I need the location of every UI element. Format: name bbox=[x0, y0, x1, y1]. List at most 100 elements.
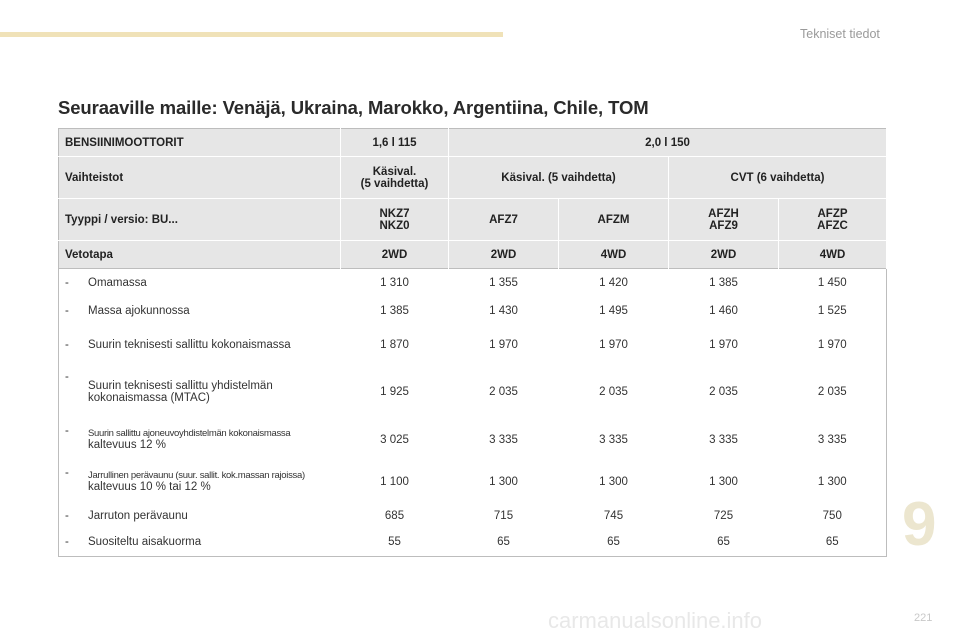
value-cell: 2 035 bbox=[709, 385, 738, 398]
row-label: - Suurin teknisesti sallittu kokonaismass… bbox=[59, 325, 341, 365]
type-line2: AFZC bbox=[817, 219, 848, 232]
dash: - bbox=[65, 370, 69, 383]
row-label-line2: kaltevuus 12 % bbox=[88, 439, 166, 451]
dash: - bbox=[65, 304, 69, 317]
engines-label: BENSIINIMOOTTORIT bbox=[58, 128, 341, 157]
value-cell: 745 bbox=[603, 509, 624, 522]
type-label: Tyyppi / versio: BU... bbox=[58, 198, 341, 241]
drive-cell: 4WD bbox=[558, 240, 669, 269]
value-cell: 65 bbox=[825, 536, 839, 549]
type-line2: AFZ9 bbox=[709, 219, 738, 232]
value-cell: 1 385 bbox=[380, 304, 409, 317]
technical-data-table: BENSIINIMOOTTORIT 1,6 l 115 2,0 l 150 Va… bbox=[58, 128, 888, 557]
dash: - bbox=[65, 276, 69, 289]
value-cell: 1 300 bbox=[599, 475, 628, 488]
value-cell: 1 525 bbox=[817, 304, 847, 317]
page-title: Seuraaville maille: Venäjä, Ukraina, Mar… bbox=[58, 97, 649, 118]
drive-cell: 2WD bbox=[448, 240, 559, 269]
value-cell: 1 100 bbox=[380, 475, 409, 488]
value-cell: 1 300 bbox=[817, 475, 847, 488]
type-cell: AFZP AFZC bbox=[778, 198, 888, 241]
table-row: - Suositeltu aisakuorma 55 65 65 65 65 bbox=[59, 529, 887, 557]
type-line1: NKZ7 bbox=[379, 207, 410, 220]
value-cell: 1 310 bbox=[380, 276, 409, 289]
table-row: - Massa ajokunnossa 1 385 1 430 1 495 1 4… bbox=[59, 297, 887, 325]
section-title: Tekniset tiedot bbox=[800, 27, 880, 41]
row-label-line1: Suurin sallittu ajoneuvoyhdistelmän koko… bbox=[88, 428, 291, 439]
header-accent-bar bbox=[0, 32, 503, 37]
type-line1: AFZ7 bbox=[489, 213, 518, 226]
value-cell: 55 bbox=[388, 536, 401, 549]
value-cell: 1 970 bbox=[817, 338, 847, 351]
value-cell: 1 870 bbox=[380, 338, 409, 351]
value-cell: 1 385 bbox=[709, 276, 738, 289]
gearbox-1-line1: Käsival. bbox=[372, 165, 417, 178]
row-label: - Omamassa bbox=[59, 269, 341, 297]
value-cell: 1 970 bbox=[599, 338, 628, 351]
type-row: Tyyppi / versio: BU... NKZ7 NKZ0 AFZ7 AFZ… bbox=[58, 198, 888, 241]
row-label: - Suurin teknisesti sallittu yhdistelmän k… bbox=[59, 365, 341, 419]
gearbox-1-header: Käsival. (5 vaihdetta) bbox=[340, 156, 449, 199]
dash: - bbox=[65, 424, 69, 437]
row-label: - Jarrullinen perävaunu (suur. sallit. ko… bbox=[59, 461, 341, 503]
row-label-text: Jarruton perävaunu bbox=[88, 509, 188, 522]
table-row: - Suurin sallittu ajoneuvoyhdistelmän kok… bbox=[59, 419, 887, 461]
watermark: carmanualsonline.info bbox=[548, 608, 763, 633]
table-row: - Omamassa 1 310 1 355 1 420 1 385 1 450 bbox=[59, 269, 887, 297]
type-cell: AFZM bbox=[558, 198, 669, 241]
value-cell: 750 bbox=[822, 509, 842, 522]
value-cell: 65 bbox=[497, 536, 510, 549]
chapter-number: 9 bbox=[902, 490, 937, 559]
value-cell: 725 bbox=[713, 509, 734, 522]
table-row: - Jarruton perävaunu 685 715 745 725 750 bbox=[59, 503, 887, 529]
drive-cell: 4WD bbox=[778, 240, 888, 269]
gearbox-2-header: Käsival. (5 vaihdetta) bbox=[448, 156, 669, 199]
value-cell: 3 335 bbox=[489, 433, 518, 446]
value-cell: 1 420 bbox=[599, 276, 628, 289]
row-label: - Massa ajokunnossa bbox=[59, 297, 341, 325]
value-cell: 65 bbox=[717, 536, 730, 549]
gearbox-3-header: CVT (6 vaihdetta) bbox=[668, 156, 888, 199]
value-cell: 65 bbox=[607, 536, 620, 549]
row-label-line2: kaltevuus 10 % tai 12 % bbox=[88, 481, 211, 493]
value-cell: 2 035 bbox=[599, 385, 628, 398]
value-cell: 1 300 bbox=[489, 475, 518, 488]
page-number: 221 bbox=[914, 612, 933, 624]
drive-label: Vetotapa bbox=[58, 240, 341, 269]
gearbox-label: Vaihteistot bbox=[58, 156, 341, 199]
dash: - bbox=[65, 509, 69, 522]
type-cell: AFZH AFZ9 bbox=[668, 198, 779, 241]
value-cell: 2 035 bbox=[817, 385, 847, 398]
table-row: - Suurin teknisesti sallittu kokonaismass… bbox=[59, 325, 887, 365]
row-label-text: Suurin teknisesti sallittu kokonaismassa bbox=[88, 338, 291, 351]
value-cell: 3 335 bbox=[709, 433, 738, 446]
value-cell: 715 bbox=[493, 509, 514, 522]
row-label-line1: Suurin teknisesti sallittu yhdistelmän bbox=[88, 379, 273, 392]
value-cell: 3 335 bbox=[599, 433, 628, 446]
value-cell: 2 035 bbox=[489, 385, 518, 398]
table-row: - Jarrullinen perävaunu (suur. sallit. ko… bbox=[59, 461, 887, 503]
type-line2: NKZ0 bbox=[379, 219, 410, 232]
row-label: - Suositeltu aisakuorma bbox=[59, 529, 341, 557]
row-label-text: Omamassa bbox=[88, 276, 147, 289]
value-cell: 1 495 bbox=[599, 304, 628, 317]
gearbox-row: Vaihteistot Käsival. (5 vaihdetta) Käsiv… bbox=[58, 156, 888, 199]
type-line1: AFZP bbox=[817, 207, 848, 220]
engines-row: BENSIINIMOOTTORIT 1,6 l 115 2,0 l 150 bbox=[58, 128, 888, 157]
type-line1: AFZM bbox=[597, 213, 630, 226]
row-label: - Jarruton perävaunu bbox=[59, 503, 341, 529]
row-label-line2: kokonaismassa (MTAC) bbox=[88, 391, 210, 404]
value-cell: 1 460 bbox=[709, 304, 738, 317]
row-label-text: Suositeltu aisakuorma bbox=[88, 536, 202, 549]
type-cell: AFZ7 bbox=[448, 198, 559, 241]
table-row: - Suurin teknisesti sallittu yhdistelmän k… bbox=[59, 365, 887, 419]
row-label: - Suurin sallittu ajoneuvoyhdistelmän kok… bbox=[59, 419, 341, 461]
gearbox-1-line2: (5 vaihdetta) bbox=[360, 177, 429, 190]
value-cell: 1 970 bbox=[489, 338, 518, 351]
value-cell: 3 025 bbox=[380, 433, 409, 446]
value-cell: 1 925 bbox=[380, 385, 409, 398]
row-label-line1: Jarrullinen perävaunu (suur. sallit. kok… bbox=[88, 470, 305, 481]
engine-2-header: 2,0 l 150 bbox=[448, 128, 888, 157]
value-cell: 1 430 bbox=[489, 304, 518, 317]
drive-cell: 2WD bbox=[668, 240, 779, 269]
